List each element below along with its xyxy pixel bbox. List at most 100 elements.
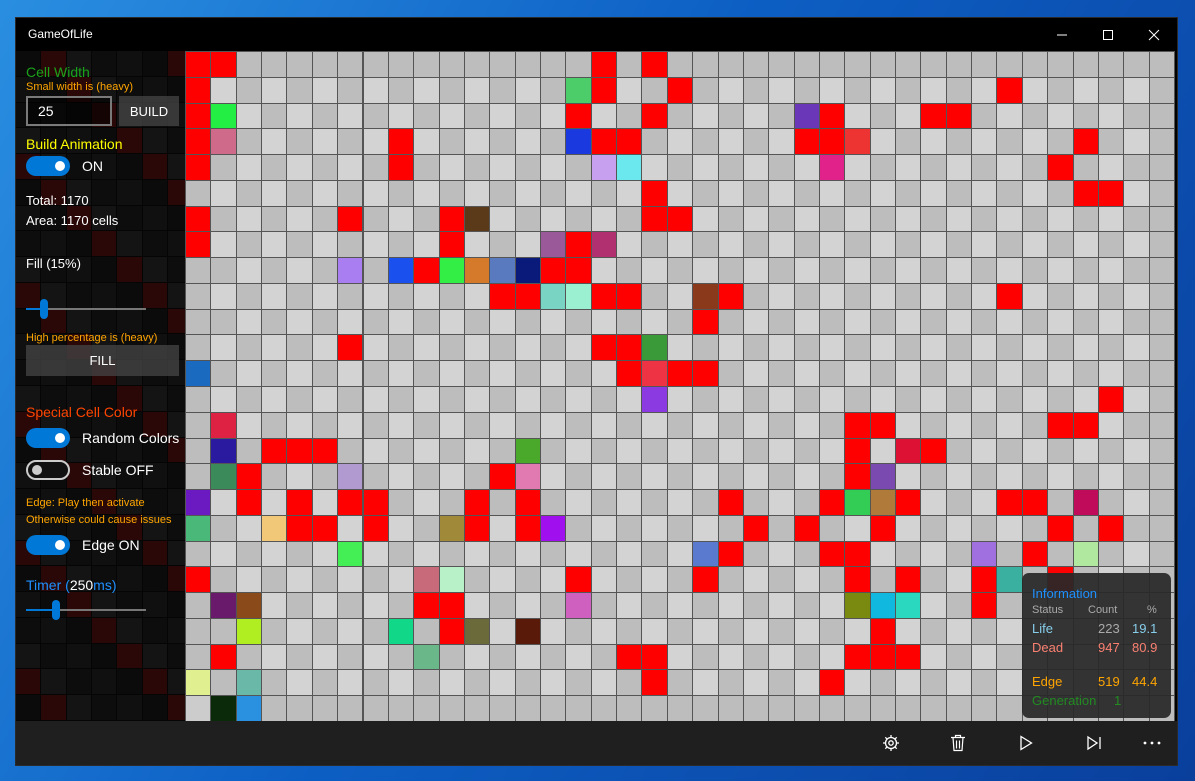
grid-cell[interactable] (692, 411, 719, 439)
grid-cell[interactable] (818, 437, 846, 465)
grid-cell[interactable] (616, 411, 643, 439)
grid-cell[interactable] (742, 643, 770, 671)
grid-cell[interactable] (362, 411, 389, 439)
grid-cell-alive[interactable] (286, 437, 313, 465)
grid-cell-alive[interactable] (438, 205, 465, 233)
grid-cell-alive[interactable] (210, 463, 237, 491)
grid-cell[interactable] (540, 76, 567, 104)
grid-cell-alive[interactable] (185, 695, 212, 722)
grid-cell[interactable] (971, 282, 998, 310)
grid-cell[interactable] (235, 540, 263, 568)
grid-cell[interactable] (311, 76, 339, 104)
grid-cell[interactable] (514, 386, 541, 413)
grid-cell[interactable] (920, 334, 947, 362)
grid-cell-alive[interactable] (514, 282, 541, 310)
grid-cell[interactable] (641, 282, 668, 310)
grid-cell-alive[interactable] (337, 540, 364, 568)
grid-cell[interactable] (1021, 282, 1049, 310)
grid-cell[interactable] (286, 566, 313, 594)
grid-cell[interactable] (945, 540, 973, 568)
grid-cell[interactable] (971, 231, 998, 259)
grid-cell[interactable] (185, 463, 212, 491)
grid-cell-alive[interactable] (565, 566, 592, 594)
timer-slider[interactable] (26, 599, 146, 621)
grid-cell-alive[interactable] (869, 592, 897, 619)
grid-cell[interactable] (387, 669, 415, 697)
grid-cell[interactable] (768, 386, 795, 413)
grid-cell[interactable] (185, 282, 212, 310)
grid-cell[interactable] (489, 411, 516, 439)
grid-cell-alive[interactable] (844, 411, 871, 439)
grid-cell[interactable] (742, 437, 770, 465)
grid-cell-alive[interactable] (616, 334, 643, 362)
grid-cell[interactable] (1148, 411, 1175, 439)
grid-cell[interactable] (1148, 514, 1175, 542)
grid-cell[interactable] (261, 154, 288, 181)
grid-cell[interactable] (514, 540, 541, 568)
grid-cell[interactable] (666, 514, 694, 542)
grid-cell-alive[interactable] (387, 257, 415, 284)
step-button[interactable] (1076, 729, 1112, 757)
grid-cell[interactable] (1148, 489, 1175, 516)
grid-cell[interactable] (413, 51, 440, 78)
grid-cell-alive[interactable] (185, 205, 212, 233)
grid-cell-alive[interactable] (641, 334, 668, 362)
grid-cell-alive[interactable] (971, 566, 998, 594)
grid-cell[interactable] (489, 566, 516, 594)
grid-cell[interactable] (590, 257, 618, 284)
grid-cell[interactable] (311, 489, 339, 516)
grid-cell[interactable] (514, 411, 541, 439)
grid-cell-alive[interactable] (438, 514, 465, 542)
grid-cell[interactable] (996, 205, 1023, 233)
grid-cell[interactable] (945, 695, 973, 722)
grid-cell-alive[interactable] (362, 489, 389, 516)
grid-cell[interactable] (793, 154, 820, 181)
grid-cell[interactable] (438, 102, 465, 130)
grid-cell[interactable] (768, 205, 795, 233)
grid-cell[interactable] (261, 179, 288, 207)
grid-cell[interactable] (742, 489, 770, 516)
grid-cell[interactable] (514, 102, 541, 130)
grid-cell[interactable] (793, 360, 820, 387)
grid-cell[interactable] (895, 179, 922, 207)
grid-cell[interactable] (463, 566, 491, 594)
grid-cell[interactable] (1097, 76, 1125, 104)
grid-cell[interactable] (1097, 154, 1125, 181)
grid-cell[interactable] (362, 566, 389, 594)
grid-cell-alive[interactable] (590, 51, 618, 78)
grid-cell[interactable] (641, 128, 668, 156)
grid-cell[interactable] (463, 695, 491, 722)
grid-cell[interactable] (768, 102, 795, 130)
grid-cell[interactable] (692, 205, 719, 233)
grid-cell[interactable] (616, 76, 643, 104)
build-animation-toggle[interactable] (26, 156, 70, 176)
grid-cell[interactable] (996, 102, 1023, 130)
grid-cell[interactable] (1021, 102, 1049, 130)
grid-cell[interactable] (1097, 102, 1125, 130)
grid-cell[interactable] (235, 51, 263, 78)
grid-cell[interactable] (514, 51, 541, 78)
grid-cell[interactable] (438, 386, 465, 413)
grid-cell[interactable] (692, 257, 719, 284)
grid-cell[interactable] (1047, 540, 1074, 568)
grid-cell-alive[interactable] (996, 566, 1023, 594)
grid-cell[interactable] (1047, 386, 1074, 413)
grid-cell[interactable] (895, 463, 922, 491)
grid-cell[interactable] (1097, 437, 1125, 465)
grid-cell[interactable] (869, 540, 897, 568)
grid-cell[interactable] (920, 669, 947, 697)
grid-cell[interactable] (261, 231, 288, 259)
grid-cell[interactable] (463, 51, 491, 78)
grid-cell[interactable] (717, 308, 744, 336)
grid-cell[interactable] (463, 334, 491, 362)
grid-cell[interactable] (540, 695, 567, 722)
grid-cell[interactable] (768, 154, 795, 181)
grid-cell-alive[interactable] (235, 669, 263, 697)
grid-cell[interactable] (438, 154, 465, 181)
grid-cell[interactable] (793, 334, 820, 362)
grid-cell[interactable] (844, 282, 871, 310)
grid-cell[interactable] (387, 51, 415, 78)
grid-cell[interactable] (895, 540, 922, 568)
grid-cell-alive[interactable] (337, 205, 364, 233)
grid-cell[interactable] (616, 514, 643, 542)
